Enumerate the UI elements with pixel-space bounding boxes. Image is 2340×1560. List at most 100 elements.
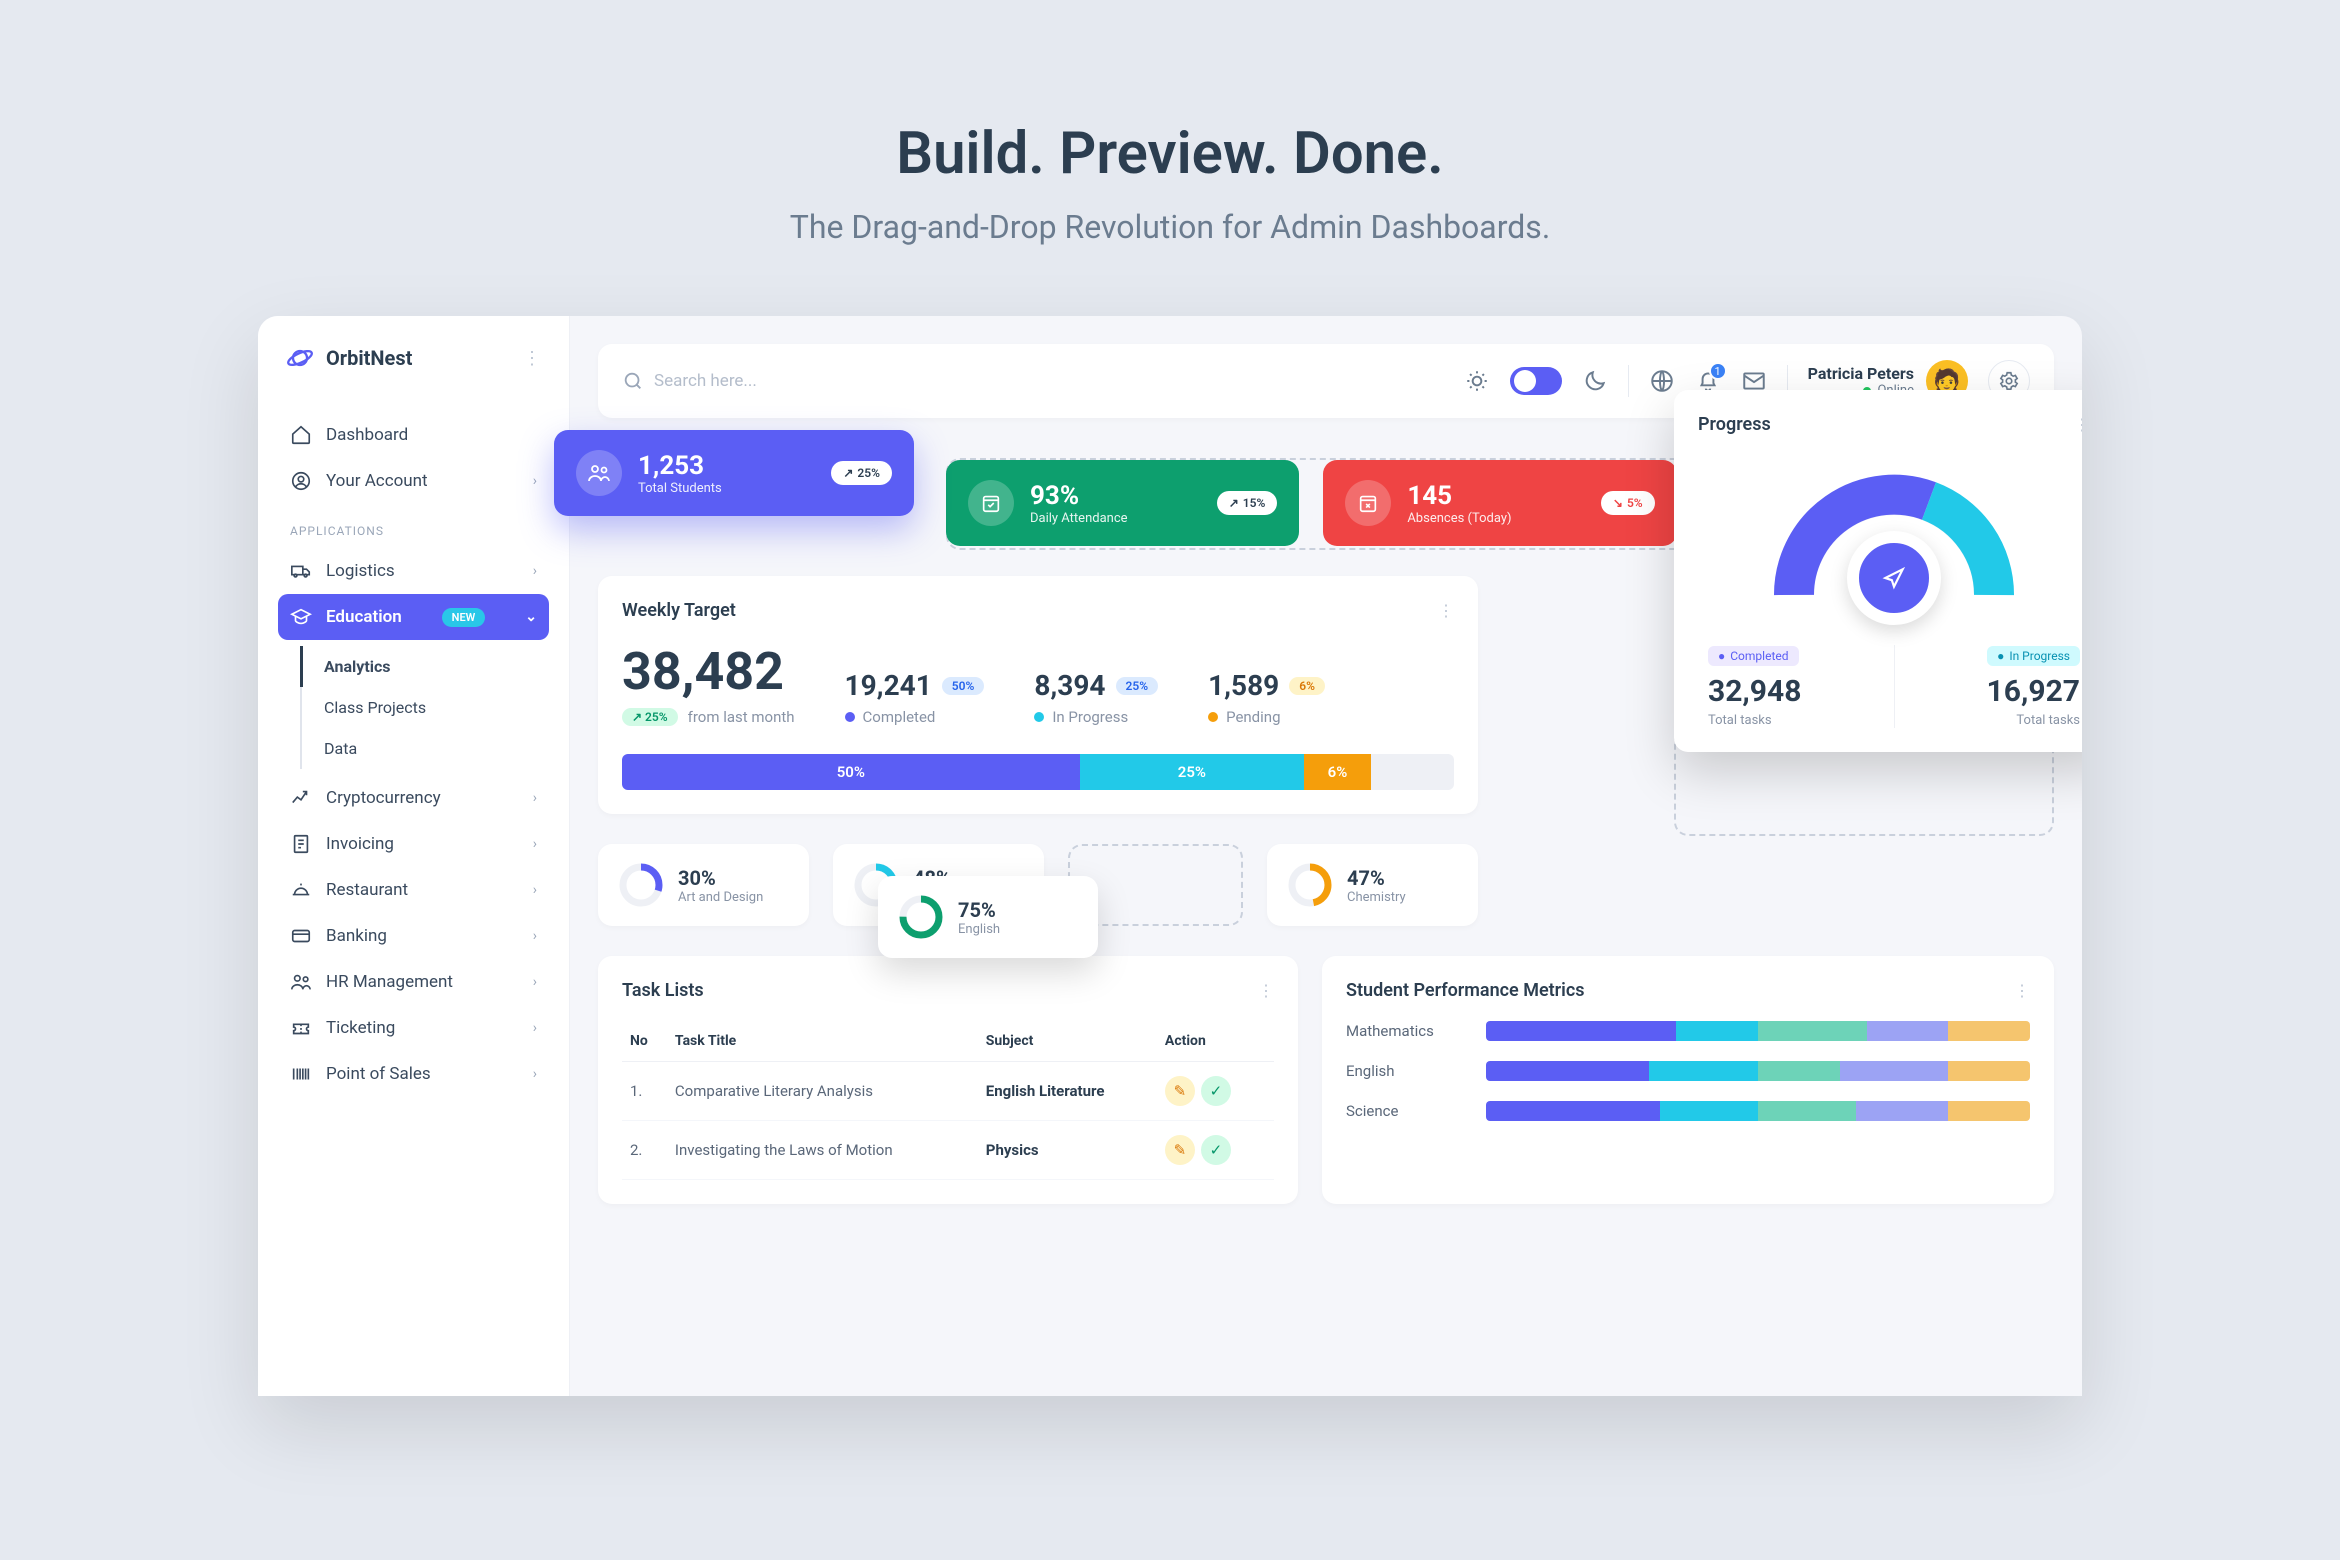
col-no: No xyxy=(622,1021,667,1062)
stat-card-absences[interactable]: 145Absences (Today) ↘ 5% xyxy=(1323,460,1676,546)
nav-hr[interactable]: HR Management › xyxy=(278,959,549,1005)
nav-invoicing-label: Invoicing xyxy=(326,834,394,854)
absences-label: Absences (Today) xyxy=(1407,511,1511,526)
hero-subtitle: The Drag-and-Drop Revolution for Admin D… xyxy=(0,208,2340,246)
nav-dashboard[interactable]: Dashboard xyxy=(278,412,549,458)
stat-card-attendance[interactable]: 93%Daily Attendance ↗ 15% xyxy=(946,460,1299,546)
completed-pct: 50% xyxy=(942,677,985,695)
eng-pct: 75% xyxy=(958,898,1000,922)
search-input[interactable] xyxy=(654,371,954,391)
globe-icon[interactable] xyxy=(1649,368,1675,394)
mini-card-english[interactable]: 75%English xyxy=(878,876,1098,958)
nav-crypto[interactable]: Cryptocurrency › xyxy=(278,775,549,821)
hero-title: Build. Preview. Done. xyxy=(0,120,2340,188)
chevron-right-icon: › xyxy=(533,882,537,898)
nav-ticketing[interactable]: Ticketing › xyxy=(278,1005,549,1051)
students-icon xyxy=(587,461,611,485)
card-menu-icon[interactable]: ⋮ xyxy=(1438,601,1454,620)
subnav-analytics[interactable]: Analytics xyxy=(300,646,549,687)
ring-chart-icon xyxy=(618,862,664,908)
nav-account[interactable]: Your Account › xyxy=(278,458,549,504)
tasks-label: Total tasks xyxy=(1708,713,1884,728)
card-menu-icon[interactable]: ⋮ xyxy=(2074,415,2082,434)
progress-inprogress-value: 16,927 xyxy=(1905,674,2081,709)
weekly-target-card: Weekly Target⋮ 38,482 ↗ 25%from last mon… xyxy=(598,576,1478,814)
chevron-right-icon: › xyxy=(533,974,537,990)
edit-button[interactable]: ✎ xyxy=(1165,1135,1195,1165)
tasks-label: Total tasks xyxy=(1905,713,2081,728)
card-menu-icon[interactable]: ⋮ xyxy=(1258,981,1274,1000)
truck-icon xyxy=(290,560,312,582)
absences-pct: ↘ 5% xyxy=(1601,491,1655,515)
gauge-button[interactable] xyxy=(1847,531,1941,625)
calendar-x-icon xyxy=(1357,492,1379,514)
card-menu-icon[interactable]: ⋮ xyxy=(2014,981,2030,1000)
nav-logistics[interactable]: Logistics › xyxy=(278,548,549,594)
students-value: 1,253 xyxy=(638,451,722,481)
nav-hr-label: HR Management xyxy=(326,972,453,992)
mini-card-chemistry[interactable]: 47%Chemistry xyxy=(1267,844,1478,926)
notification-badge: 1 xyxy=(1709,362,1727,380)
completed-value: 19,241 xyxy=(845,669,932,702)
nav-banking[interactable]: Banking › xyxy=(278,913,549,959)
bar-segment-inprogress: 25% xyxy=(1080,754,1305,790)
sun-icon xyxy=(1464,368,1490,394)
confirm-button[interactable]: ✓ xyxy=(1201,1135,1231,1165)
nav-logistics-label: Logistics xyxy=(326,561,395,581)
weekly-main-pct: ↗ 25% xyxy=(622,708,678,726)
graduation-icon xyxy=(290,606,312,628)
edit-button[interactable]: ✎ xyxy=(1165,1076,1195,1106)
theme-toggle[interactable] xyxy=(1510,367,1562,395)
metric-science-bar xyxy=(1486,1101,2030,1121)
chevron-right-icon: › xyxy=(533,1066,537,1082)
user-circle-icon xyxy=(290,470,312,492)
cell-subject: Physics xyxy=(978,1121,1157,1180)
pending-label: Pending xyxy=(1226,708,1280,726)
weekly-main-value: 38,482 xyxy=(622,641,795,702)
sidebar-menu-icon[interactable]: ⋮ xyxy=(523,348,541,369)
home-icon xyxy=(290,424,312,446)
nav-invoicing[interactable]: Invoicing › xyxy=(278,821,549,867)
moon-icon xyxy=(1582,368,1608,394)
chevron-right-icon: › xyxy=(533,790,537,806)
cell-title: Comparative Literary Analysis xyxy=(667,1062,978,1121)
trend-icon xyxy=(290,787,312,809)
progress-gauge xyxy=(1754,455,2034,615)
mini-card-art[interactable]: 30%Art and Design xyxy=(598,844,809,926)
card-icon xyxy=(290,925,312,947)
students-pct: ↗ 25% xyxy=(831,461,892,485)
dot-icon xyxy=(1034,712,1044,722)
weekly-bar-chart: 50% 25% 6% xyxy=(622,754,1454,790)
attendance-value: 93% xyxy=(1030,481,1128,511)
brand-name: OrbitNest xyxy=(326,346,412,370)
completed-label: Completed xyxy=(863,708,936,726)
cell-title: Investigating the Laws of Motion xyxy=(667,1121,978,1180)
metric-math-label: Mathematics xyxy=(1346,1022,1466,1040)
cell-no: 2. xyxy=(622,1121,667,1180)
inprogress-tag: ● In Progress xyxy=(1987,646,2080,666)
chevron-down-icon: ⌄ xyxy=(525,609,537,625)
nav-dashboard-label: Dashboard xyxy=(326,425,408,445)
metrics-card: Student Performance Metrics⋮ Mathematics… xyxy=(1322,956,2054,1204)
stat-card-students[interactable]: 1,253Total Students ↗ 25% xyxy=(554,430,914,516)
nav-pos[interactable]: Point of Sales › xyxy=(278,1051,549,1097)
confirm-button[interactable]: ✓ xyxy=(1201,1076,1231,1106)
col-subject: Subject xyxy=(978,1021,1157,1062)
col-action: Action xyxy=(1157,1021,1274,1062)
search-icon xyxy=(622,370,644,392)
nav-crypto-label: Cryptocurrency xyxy=(326,788,441,808)
table-row: 1. Comparative Literary Analysis English… xyxy=(622,1062,1274,1121)
chem-label: Chemistry xyxy=(1347,890,1406,905)
calendar-check-icon xyxy=(980,492,1002,514)
cell-no: 1. xyxy=(622,1062,667,1121)
subnav-class-projects[interactable]: Class Projects xyxy=(302,687,549,728)
nav-education[interactable]: Education NEW ⌄ xyxy=(278,594,549,640)
nav-restaurant-label: Restaurant xyxy=(326,880,408,900)
nav-restaurant[interactable]: Restaurant › xyxy=(278,867,549,913)
inprogress-label: In Progress xyxy=(1052,708,1128,726)
metric-science-label: Science xyxy=(1346,1102,1466,1120)
cell-subject: English Literature xyxy=(978,1062,1157,1121)
subnav-data[interactable]: Data xyxy=(302,728,549,769)
metric-english-label: English xyxy=(1346,1062,1466,1080)
ring-chart-icon xyxy=(898,894,944,940)
